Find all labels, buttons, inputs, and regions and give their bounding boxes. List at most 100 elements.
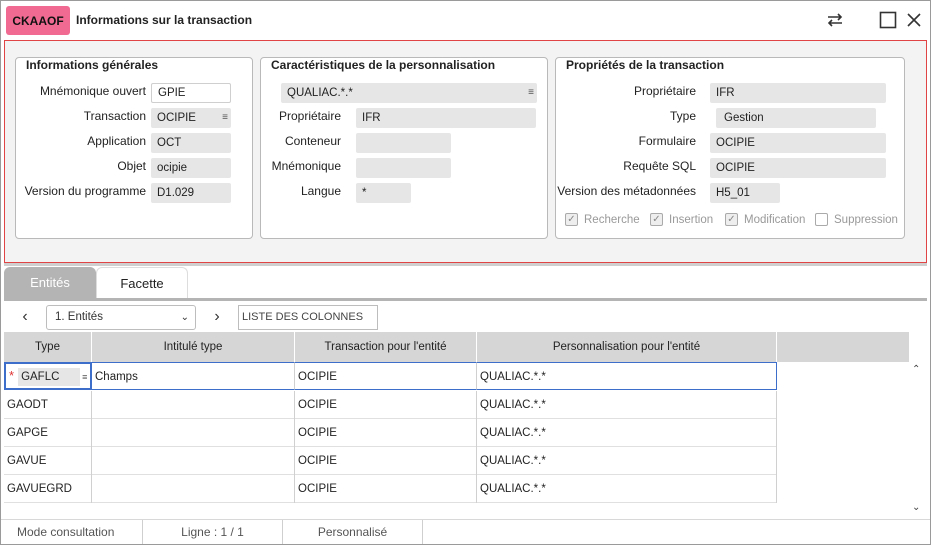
tab-bar: Entités Facette [4,266,927,298]
transaction-value: OCIPIE [157,112,196,124]
application-label: Application [87,134,146,148]
scroll-down-icon[interactable]: ⌄ [912,502,920,513]
sql-query-field: OCIPIE [710,158,886,178]
tab-entites[interactable]: Entités [4,267,96,298]
app-code-badge: CKAAOF [6,6,70,35]
personalization-selector[interactable]: QUALIAC.*.* ≡ [281,83,537,103]
metadata-version-label: Version des métadonnées [557,184,696,198]
status-line: Ligne : 1 / 1 [143,520,283,544]
type-cell: GAODT [4,391,92,419]
transaction-field[interactable]: OCIPIE ≡ [151,108,231,128]
personalization-cell: QUALIAC.*.* [477,391,777,419]
status-mode: Mode consultation [17,520,143,544]
type-cell: GAVUE [4,447,92,475]
col-personalization[interactable]: Personnalisation pour l'entité [477,332,777,362]
list-icon[interactable]: ≡ [528,83,534,103]
general-info-group: Informations générales Mnémonique ouvert… [15,57,253,239]
table-row[interactable]: GAVUE OCIPIE QUALIAC.*.* [4,447,777,475]
transaction-cell: OCIPIE [295,475,477,503]
modification-checkbox[interactable]: ✓ Modification [725,213,805,226]
transaction-cell: OCIPIE [295,391,477,419]
type-cell-value[interactable]: GAFLC [18,367,81,386]
label-cell [92,419,295,447]
swap-arrows-icon[interactable] [825,10,845,30]
transaction-cell: OCIPIE [295,447,477,475]
perso-mnemonic-label: Mnémonique [271,159,341,173]
type-field: Gestion [716,108,876,128]
vertical-scrollbar[interactable]: ⌃ ⌄ [909,362,927,519]
label-cell: Champs [92,362,295,390]
list-icon[interactable]: ≡ [222,108,228,128]
search-checkbox-label: Recherche [584,213,640,226]
metadata-version-field: H5_01 [710,183,780,203]
entity-select[interactable]: 1. Entités ⌄ [46,305,196,330]
perso-owner-label: Propriétaire [278,109,341,123]
modification-checkbox-label: Modification [744,213,806,226]
personalization-group: Caractéristiques de la personnalisation … [260,57,548,239]
language-label: Langue [300,184,341,198]
owner-label: Propriétaire [633,84,696,98]
chevron-down-icon: ⌄ [180,312,189,323]
scroll-up-icon[interactable]: ⌃ [912,364,920,375]
label-cell [92,447,295,475]
status-custom: Personnalisé [283,520,423,544]
owner-field: IFR [710,83,886,103]
type-label: Type [669,109,696,123]
status-bar: Mode consultation Ligne : 1 / 1 Personna… [1,519,930,544]
label-cell [92,391,295,419]
perso-mnemonic-field [356,158,451,178]
transaction-properties-title: Propriétés de la transaction [566,58,725,72]
insertion-checkbox[interactable]: ✓ Insertion [650,213,713,226]
table-row[interactable]: * GAFLC ≡ Champs OCIPIE QUALIAC.*.* [4,362,777,390]
personalization-title: Caractéristiques de la personnalisation [271,58,496,72]
application-field: OCT [151,133,231,153]
personalization-cell: QUALIAC.*.* [477,419,777,447]
object-label: Objet [117,159,146,173]
tab-facette[interactable]: Facette [96,267,188,298]
col-type[interactable]: Type [4,332,92,362]
deletion-checkbox-label: Suppression [834,213,898,226]
type-cell-editor[interactable]: * GAFLC ≡ [4,362,92,390]
grid-toolbar: ‹ 1. Entités ⌄ › LISTE DES COLONNES [4,301,927,333]
table-row[interactable]: GAPGE OCIPIE QUALIAC.*.* [4,419,777,447]
sql-query-label: Requête SQL [623,159,696,173]
transaction-properties-group: Propriétés de la transaction Propriétair… [555,57,905,239]
window-title: Informations sur la transaction [76,13,253,27]
transaction-cell: OCIPIE [295,419,477,447]
program-version-field: D1.029 [151,183,231,203]
personalization-cell: QUALIAC.*.* [477,475,777,503]
form-field: OCIPIE [710,133,886,153]
transaction-window: CKAAOF Informations sur la transaction I… [0,0,931,545]
close-icon[interactable] [904,10,924,30]
general-info-title: Informations générales [26,58,159,72]
open-mnemonic-field[interactable]: GPIE [151,83,231,103]
container-label: Conteneur [284,134,341,148]
column-list-input[interactable]: LISTE DES COLONNES [238,305,378,330]
perso-owner-field: IFR [356,108,536,128]
transaction-info-panel: Informations générales Mnémonique ouvert… [4,40,927,263]
entities-table: Type Intitulé type Transaction pour l'en… [4,332,909,519]
list-icon[interactable]: ≡ [82,372,87,382]
maximize-icon[interactable] [878,10,898,30]
open-mnemonic-label: Mnémonique ouvert [39,84,146,98]
checkmark-icon: ✓ [565,213,578,226]
label-cell [92,475,295,503]
container-field [356,133,451,153]
table-row[interactable]: GAODT OCIPIE QUALIAC.*.* [4,391,777,419]
search-checkbox[interactable]: ✓ Recherche [565,213,640,226]
checkmark-icon: ✓ [725,213,738,226]
col-type-label[interactable]: Intitulé type [92,332,295,362]
form-label: Formulaire [638,134,696,148]
personalization-cell: QUALIAC.*.* [477,362,777,390]
type-cell: GAPGE [4,419,92,447]
chevron-left-icon[interactable]: ‹ [15,307,35,327]
chevron-right-icon[interactable]: › [207,307,227,327]
personalization-selector-value: QUALIAC.*.* [287,87,353,99]
language-field: * [356,183,411,203]
col-transaction[interactable]: Transaction pour l'entité [295,332,477,362]
insertion-checkbox-label: Insertion [669,213,714,226]
personalization-cell: QUALIAC.*.* [477,447,777,475]
transaction-label: Transaction [83,109,146,123]
deletion-checkbox[interactable]: Suppression [815,213,898,226]
table-row[interactable]: GAVUEGRD OCIPIE QUALIAC.*.* [4,475,777,503]
